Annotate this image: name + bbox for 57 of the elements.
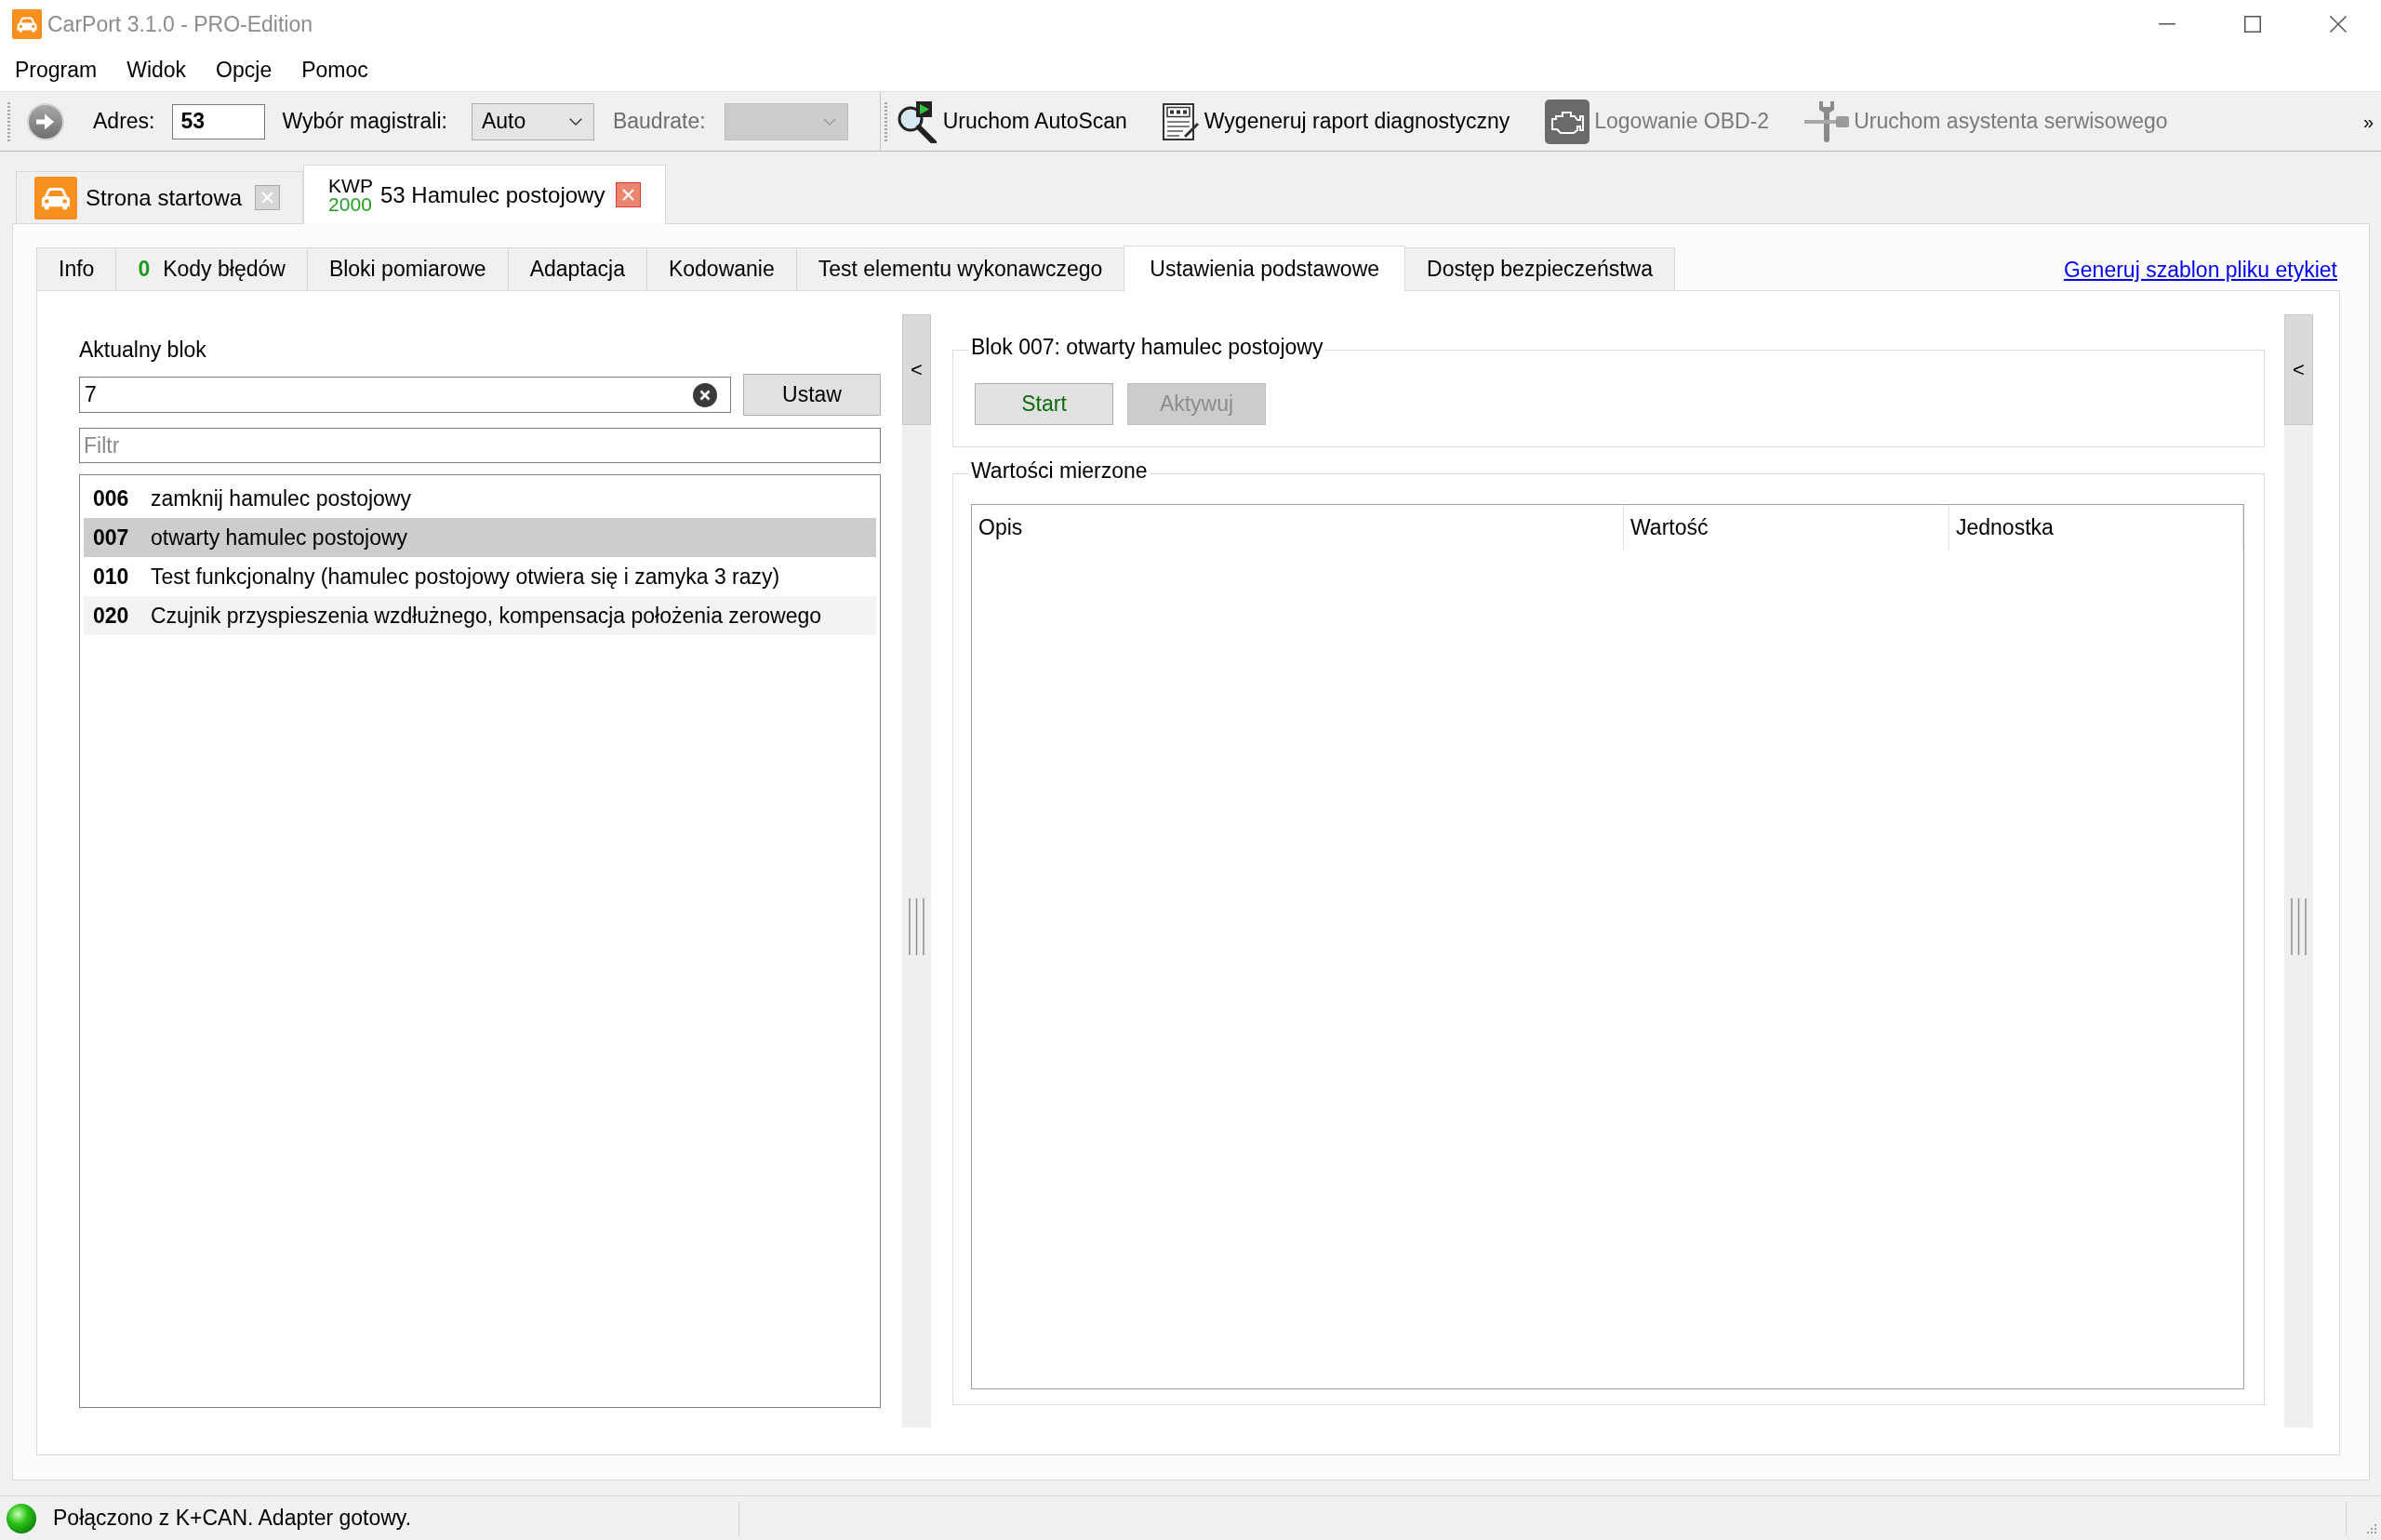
status-text: Połączono z K+CAN. Adapter gotowy. (53, 1507, 413, 1529)
window-title: CarPort 3.1.0 - PRO-Edition (47, 13, 313, 35)
template-link[interactable]: Generuj szablon pliku etykiet (2063, 259, 2337, 281)
group-title: Wartości mierzone (970, 460, 1149, 485)
baudrate-label: Baudrate: (612, 111, 706, 132)
grip-icon[interactable] (909, 897, 924, 955)
close-icon[interactable] (616, 182, 642, 207)
tab[interactable]: Kodowanie (645, 247, 797, 290)
toolbar-button[interactable]: Wygeneruj raport diagnostyczny (1162, 102, 1510, 140)
minimize-icon (2159, 23, 2175, 25)
document-tab[interactable]: Strona startowa (16, 171, 304, 223)
tab[interactable]: Info (36, 247, 117, 290)
collapse-button[interactable]: < (902, 314, 931, 425)
field-label: Aktualny blok (79, 337, 207, 363)
resize-grip-icon[interactable] (2364, 1523, 2377, 1536)
tab[interactable]: Test elementu wykonawczego (795, 247, 1125, 290)
close-icon (2330, 16, 2347, 33)
grip-icon[interactable] (884, 100, 887, 142)
car-icon (34, 176, 77, 219)
engine-icon (1545, 99, 1590, 144)
chevron-down-icon (568, 117, 582, 126)
maximize-icon (2244, 16, 2261, 33)
address-label: Adres: (93, 111, 155, 132)
bus-label: Wybór magistrali: (282, 111, 447, 132)
address-field[interactable]: 53 (172, 103, 266, 139)
block-field[interactable]: 7 (79, 377, 731, 413)
collapse-button[interactable]: < (2284, 314, 2313, 425)
menu-item[interactable]: Opcje (201, 48, 287, 91)
tab[interactable]: 0 Kody błędów (115, 247, 308, 290)
column-header[interactable]: Jednostka (1949, 505, 2243, 550)
tab[interactable]: Ustawienia podstawowe (1124, 246, 1406, 291)
chevron-down-icon (822, 117, 836, 126)
tab[interactable]: Bloki pomiarowe (306, 247, 509, 290)
clear-icon[interactable] (693, 382, 717, 407)
filter-field[interactable]: Filtr (79, 428, 881, 463)
group-title: Blok 007: otwarty hamulec postojowy (970, 337, 1324, 361)
column-header[interactable]: Opis (972, 505, 1624, 550)
menu-item[interactable]: Pomoc (286, 48, 383, 91)
overflow-button[interactable]: » (2362, 112, 2374, 131)
tab[interactable]: Dostęp bezpieczeństwa (1404, 247, 1675, 290)
grip-icon[interactable] (2291, 897, 2307, 955)
list-item[interactable]: 020 Czujnik przyspieszenia wzdłużnego, kompensacja położenia zerowego (84, 596, 876, 635)
close-icon[interactable] (255, 185, 281, 210)
action-button[interactable]: Start (975, 383, 1113, 425)
column-header[interactable]: Wartość (1624, 505, 1949, 550)
grip-icon[interactable] (7, 100, 10, 142)
wrench-screwdriver-icon (1804, 99, 1850, 144)
tab[interactable]: Adaptacja (507, 247, 647, 290)
set-button[interactable]: Ustaw (743, 374, 881, 416)
document-icon (1162, 102, 1200, 140)
menu-item[interactable]: Widok (112, 48, 202, 91)
arrow-right-icon[interactable] (27, 102, 64, 140)
menu-item[interactable]: Program (0, 48, 113, 91)
car-icon (12, 9, 42, 39)
toolbar-button[interactable]: Uruchom AutoScan (895, 100, 1127, 143)
bus-select[interactable]: Auto (471, 102, 594, 140)
list-item[interactable]: 007 otwarty hamulec postojowy (84, 518, 876, 557)
